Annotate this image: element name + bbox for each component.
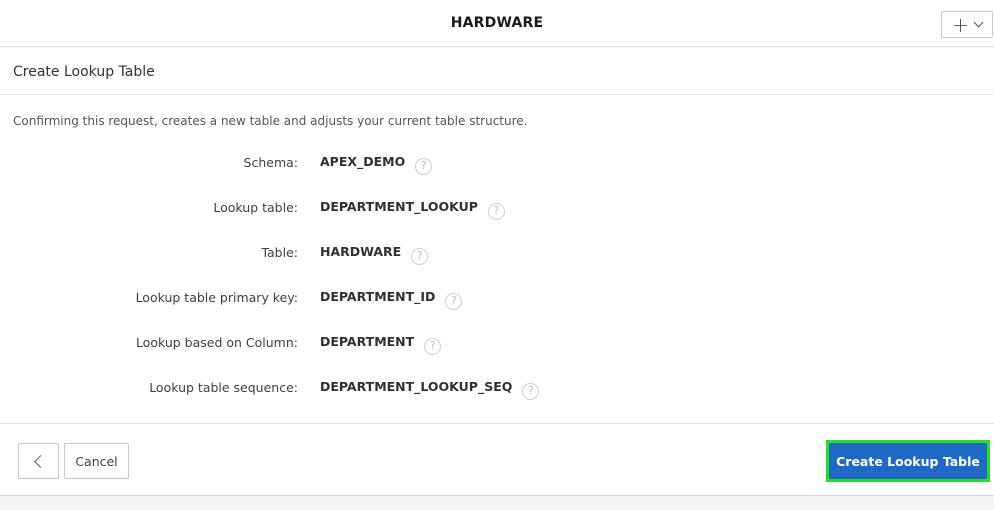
page-bottom xyxy=(0,497,994,510)
cancel-button[interactable]: Cancel xyxy=(64,443,129,479)
chevron-left-icon xyxy=(34,455,47,468)
button-footer: Cancel Create Lookup Table xyxy=(0,423,994,496)
help-icon[interactable]: ? xyxy=(424,338,442,355)
field-label: Lookup table sequence: xyxy=(149,380,298,395)
help-icon[interactable]: ? xyxy=(415,158,433,175)
region-intro-text: Confirming this request, creates a new t… xyxy=(13,114,528,128)
page-title: HARDWARE xyxy=(450,15,544,31)
plus-icon: + xyxy=(952,12,969,37)
create-lookup-table-button[interactable]: Create Lookup Table xyxy=(829,443,987,479)
field-row-based-on-column: Lookup based on Column: DEPARTMENT? xyxy=(0,331,994,355)
help-icon[interactable]: ? xyxy=(445,293,463,310)
field-label: Lookup table: xyxy=(213,200,298,215)
field-label: Table: xyxy=(261,245,298,260)
field-label: Schema: xyxy=(243,155,298,170)
field-value: DEPARTMENT_LOOKUP? xyxy=(320,199,505,220)
add-menu-button[interactable]: + xyxy=(941,11,993,38)
back-button[interactable] xyxy=(18,443,59,479)
field-value: DEPARTMENT? xyxy=(320,334,442,355)
field-label: Lookup table primary key: xyxy=(135,290,298,305)
region-title: Create Lookup Table xyxy=(0,48,994,95)
field-row-table: Table: HARDWARE? xyxy=(0,241,994,265)
chevron-down-icon xyxy=(973,17,984,27)
help-icon[interactable]: ? xyxy=(522,383,540,400)
field-value: DEPARTMENT_ID? xyxy=(320,289,463,310)
field-value: DEPARTMENT_LOOKUP_SEQ? xyxy=(320,379,540,400)
field-row-sequence: Lookup table sequence: DEPARTMENT_LOOKUP… xyxy=(0,376,994,400)
field-row-lookup-table: Lookup table: DEPARTMENT_LOOKUP? xyxy=(0,196,994,220)
field-label: Lookup based on Column: xyxy=(135,335,298,350)
create-lookup-region: Create Lookup Table Confirming this requ… xyxy=(0,48,994,423)
field-value: APEX_DEMO? xyxy=(320,154,433,175)
help-icon[interactable]: ? xyxy=(487,203,505,220)
field-row-schema: Schema: APEX_DEMO? xyxy=(0,151,994,175)
help-icon[interactable]: ? xyxy=(411,248,429,265)
field-value: HARDWARE? xyxy=(320,244,429,265)
field-row-primary-key: Lookup table primary key: DEPARTMENT_ID? xyxy=(0,286,994,310)
top-bar: HARDWARE + xyxy=(0,0,994,47)
